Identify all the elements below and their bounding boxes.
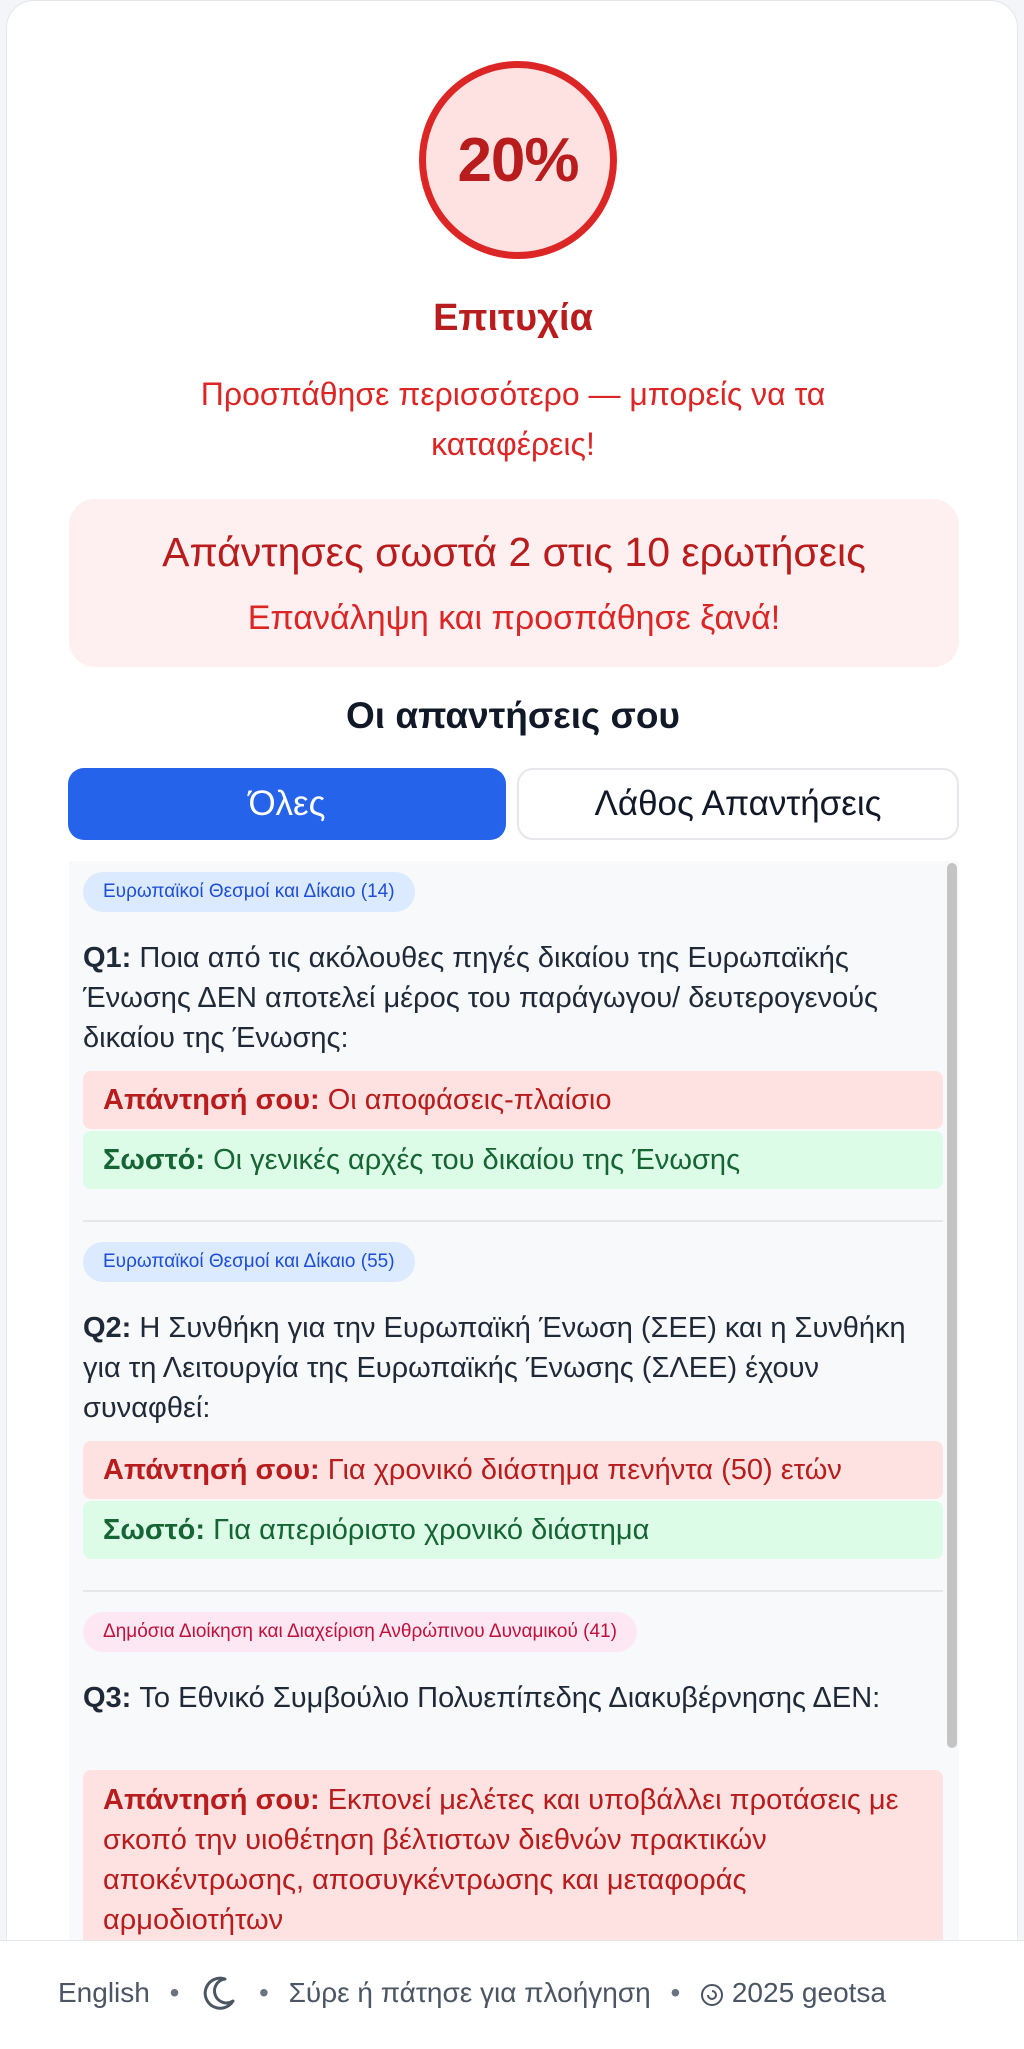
your-answer-label: Απάντησή σου: [103,1784,320,1816]
correct-answer-value: Για απεριόριστο χρονικό διάστημα [213,1514,650,1546]
footer-row: English • • Σύρε ή πάτησε για πλοήγηση •… [58,1973,886,2017]
moon-icon[interactable] [199,1973,239,2013]
your-answer-value: Για χρονικό διάστημα πενήντα (50) ετών [327,1454,842,1486]
your-answer-box: Απάντησή σου: Εκπονεί μελέτες και υποβάλ… [83,1770,943,1941]
score-summary-box: Απάντησες σωστά 2 στις 10 ερωτήσεις Επαν… [69,499,959,667]
copyright-text: 2025 geotsa [731,1977,886,2008]
answers-title: Οι απαντήσεις σου [346,695,680,736]
item-divider [83,1590,943,1592]
tab-wrong-answers-label: Λάθος Απαντήσεις [594,784,882,823]
separator-dot: • [169,1977,180,2008]
correct-answer-value: Οι γενικές αρχές του δικαίου της Ένωσης [213,1144,741,1176]
results-card: 20% Επιτυχία Προσπάθησε περισσότερο — μπ… [6,0,1018,2040]
correct-answer-box: Σωστό: Οι γενικές αρχές του δικαίου της … [83,1131,943,1189]
correct-answer-label: Σωστό: [103,1514,206,1546]
correct-answer-label: Σωστό: [103,1144,206,1176]
answers-list[interactable]: Ευρωπαϊκοί Θεσμοί και Δίκαιο (14) Q1: Πο… [69,861,959,1941]
question-number: Q3: [83,1682,132,1714]
score-percent: 20% [457,125,579,195]
question-text: Q1: Ποια από τις ακόλουθες πηγές δικαίου… [83,938,943,1058]
result-status: Επιτυχία [433,297,593,339]
category-badge: Ευρωπαϊκοί Θεσμοί και Δίκαιο (55) [83,1242,415,1282]
your-answer-box: Απάντησή σου: Για χρονικό διάστημα πενήν… [83,1441,943,1499]
score-percent-ring: 20% [419,61,617,259]
your-answer-value: Οι αποφάσεις-πλαίσιο [327,1084,612,1116]
separator-dot: • [259,1977,269,2008]
correct-answer-box: Σωστό: Για απεριόριστο χρονικό διάστημα [83,1501,943,1559]
question-body: Ποια από τις ακόλουθες πηγές δικαίου της… [83,942,879,1054]
question-number: Q1: [83,942,132,974]
tab-wrong-answers[interactable]: Λάθος Απαντήσεις [517,768,959,840]
question-number: Q2: [83,1312,132,1344]
score-summary-text: Απάντησες σωστά 2 στις 10 ερωτήσεις [162,529,866,575]
question-text: Q3: Το Εθνικό Συμβούλιο Πολυεπίπεδης Δια… [83,1678,943,1718]
category-badge: Ευρωπαϊκοί Θεσμοί και Δίκαιο (14) [83,872,415,912]
scrollbar-thumb[interactable] [947,863,957,1748]
item-divider [83,1220,943,1222]
separator-dot: • [670,1977,681,2008]
tab-all-label: Όλες [248,784,326,823]
navigation-hint: Σύρε ή πάτησε για πλοήγηση [288,1977,651,2008]
your-answer-box: Απάντησή σου: Οι αποφάσεις-πλαίσιο [83,1071,943,1129]
list-scrollbar[interactable] [947,861,957,1941]
your-answer-label: Απάντησή σου: [103,1084,320,1116]
your-answer-label: Απάντησή σου: [103,1454,320,1486]
category-badge: Δημόσια Διοίκηση και Διαχείριση Ανθρώπιν… [83,1612,637,1652]
score-summary-hint: Επανάληψη και προσπάθησε ξανά! [247,599,781,637]
question-body: Η Συνθήκη για την Ευρωπαϊκή Ένωση (ΣΕΕ) … [83,1312,906,1424]
footer-bar: English • • Σύρε ή πάτησε για πλοήγηση •… [0,1940,1024,2049]
question-text: Q2: Η Συνθήκη για την Ευρωπαϊκή Ένωση (Σ… [83,1308,943,1428]
tab-all[interactable]: Όλες [68,768,506,840]
language-switch-link[interactable]: English [58,1977,150,2008]
spiral-logo-icon [700,1977,732,2008]
question-body: Το Εθνικό Συμβούλιο Πολυεπίπεδης Διακυβέ… [139,1682,881,1714]
result-message: Προσπάθησε περισσότερο — μπορείς να τα κ… [200,376,826,462]
